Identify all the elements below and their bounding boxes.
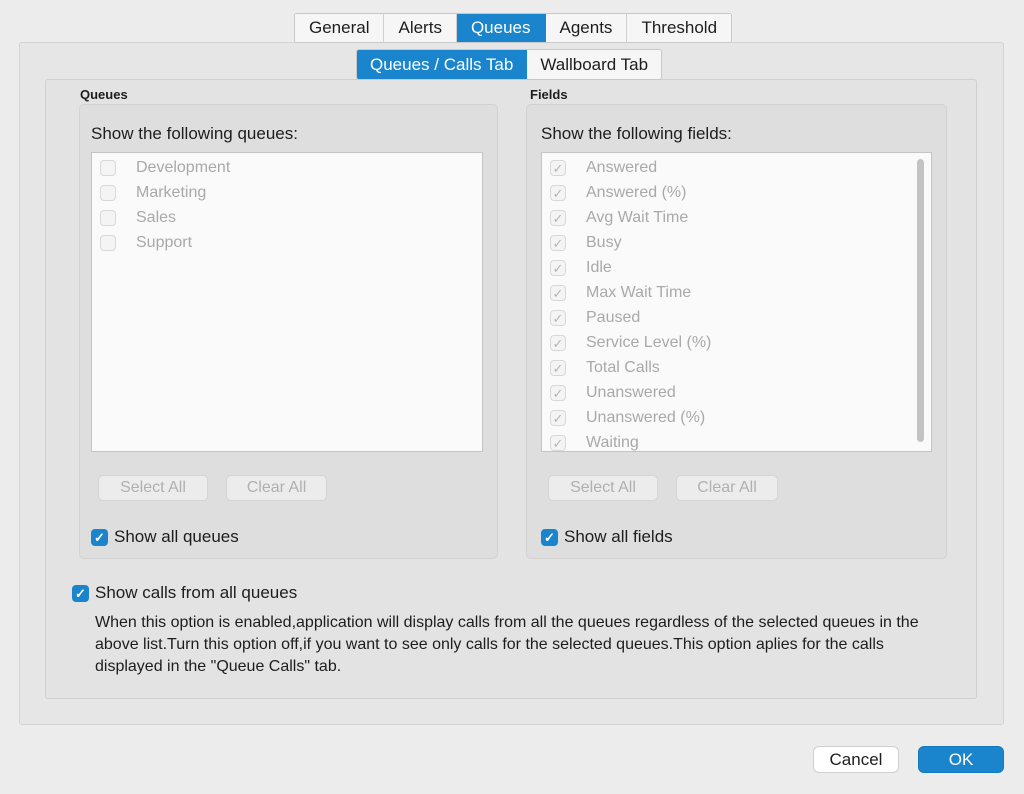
show-all-queues-checkbox[interactable]: ✓ Show all queues xyxy=(91,527,239,547)
tab-queues[interactable]: Queues xyxy=(456,14,546,42)
checkbox-icon[interactable] xyxy=(100,160,116,176)
sub-tab-bar: Queues / Calls Tab Wallboard Tab xyxy=(356,49,663,80)
show-calls-all-queues-checkbox[interactable]: ✓ Show calls from all queues xyxy=(72,583,297,603)
list-item[interactable]: ✓ Service Level (%) xyxy=(550,332,711,354)
tab-wallboard[interactable]: Wallboard Tab xyxy=(527,50,662,79)
checkmark-icon[interactable]: ✓ xyxy=(550,435,566,451)
ok-button[interactable]: OK xyxy=(918,746,1004,773)
list-item[interactable]: Support xyxy=(100,232,192,254)
list-item[interactable]: ✓ Answered xyxy=(550,157,657,179)
tab-alerts[interactable]: Alerts xyxy=(384,14,457,42)
list-item[interactable]: ✓ Idle xyxy=(550,257,612,279)
checkbox-icon[interactable] xyxy=(100,210,116,226)
checkmark-icon[interactable]: ✓ xyxy=(91,528,108,546)
queues-heading: Show the following queues: xyxy=(91,124,298,143)
checkbox-icon[interactable] xyxy=(100,185,116,201)
queues-clear-all-button[interactable]: Clear All xyxy=(226,475,327,501)
fields-group-title: Fields xyxy=(530,87,568,102)
fields-heading: Show the following fields: xyxy=(541,124,732,143)
list-item[interactable]: ✓ Waiting xyxy=(550,432,639,451)
checkmark-icon[interactable]: ✓ xyxy=(550,410,566,426)
list-item[interactable]: ✓ Total Calls xyxy=(550,357,660,379)
show-calls-description: When this option is enabled,application … xyxy=(95,614,919,675)
checkmark-icon[interactable]: ✓ xyxy=(541,528,558,546)
cancel-button[interactable]: Cancel xyxy=(813,746,899,773)
tab-threshold[interactable]: Threshold xyxy=(627,14,732,42)
list-item[interactable]: ✓ Paused xyxy=(550,307,640,329)
list-item[interactable]: Sales xyxy=(100,207,176,229)
checkmark-icon[interactable]: ✓ xyxy=(550,210,566,226)
tab-agents[interactable]: Agents xyxy=(545,14,628,42)
list-item[interactable]: ✓ Max Wait Time xyxy=(550,282,691,304)
tab-general[interactable]: General xyxy=(295,14,385,42)
checkmark-icon[interactable]: ✓ xyxy=(550,160,566,176)
checkmark-icon[interactable]: ✓ xyxy=(550,335,566,351)
list-item[interactable]: ✓ Avg Wait Time xyxy=(550,207,688,229)
fields-scrollbar[interactable] xyxy=(917,159,924,442)
list-item[interactable]: ✓ Answered (%) xyxy=(550,182,686,204)
checkmark-icon[interactable]: ✓ xyxy=(550,235,566,251)
tab-queues-calls[interactable]: Queues / Calls Tab xyxy=(357,50,528,79)
fields-clear-all-button[interactable]: Clear All xyxy=(676,475,778,501)
list-item[interactable]: Marketing xyxy=(100,182,206,204)
top-tab-bar: General Alerts Queues Agents Threshold xyxy=(294,13,733,43)
list-item[interactable]: ✓ Unanswered xyxy=(550,382,676,404)
checkmark-icon[interactable]: ✓ xyxy=(550,310,566,326)
checkmark-icon[interactable]: ✓ xyxy=(550,285,566,301)
checkmark-icon[interactable]: ✓ xyxy=(550,385,566,401)
list-item[interactable]: Development xyxy=(100,157,230,179)
list-item[interactable]: ✓ Busy xyxy=(550,232,622,254)
queues-list[interactable]: Development Marketing Sales Support xyxy=(91,152,483,452)
queues-select-all-button[interactable]: Select All xyxy=(98,475,208,501)
fields-select-all-button[interactable]: Select All xyxy=(548,475,658,501)
queues-group-title: Queues xyxy=(80,87,128,102)
checkbox-icon[interactable] xyxy=(100,235,116,251)
checkmark-icon[interactable]: ✓ xyxy=(550,260,566,276)
checkmark-icon[interactable]: ✓ xyxy=(72,584,89,602)
fields-list[interactable]: ✓ Answered ✓ Answered (%) ✓ Avg Wait Tim… xyxy=(541,152,932,452)
checkmark-icon[interactable]: ✓ xyxy=(550,185,566,201)
checkmark-icon[interactable]: ✓ xyxy=(550,360,566,376)
list-item[interactable]: ✓ Unanswered (%) xyxy=(550,407,705,429)
show-all-fields-checkbox[interactable]: ✓ Show all fields xyxy=(541,527,673,547)
